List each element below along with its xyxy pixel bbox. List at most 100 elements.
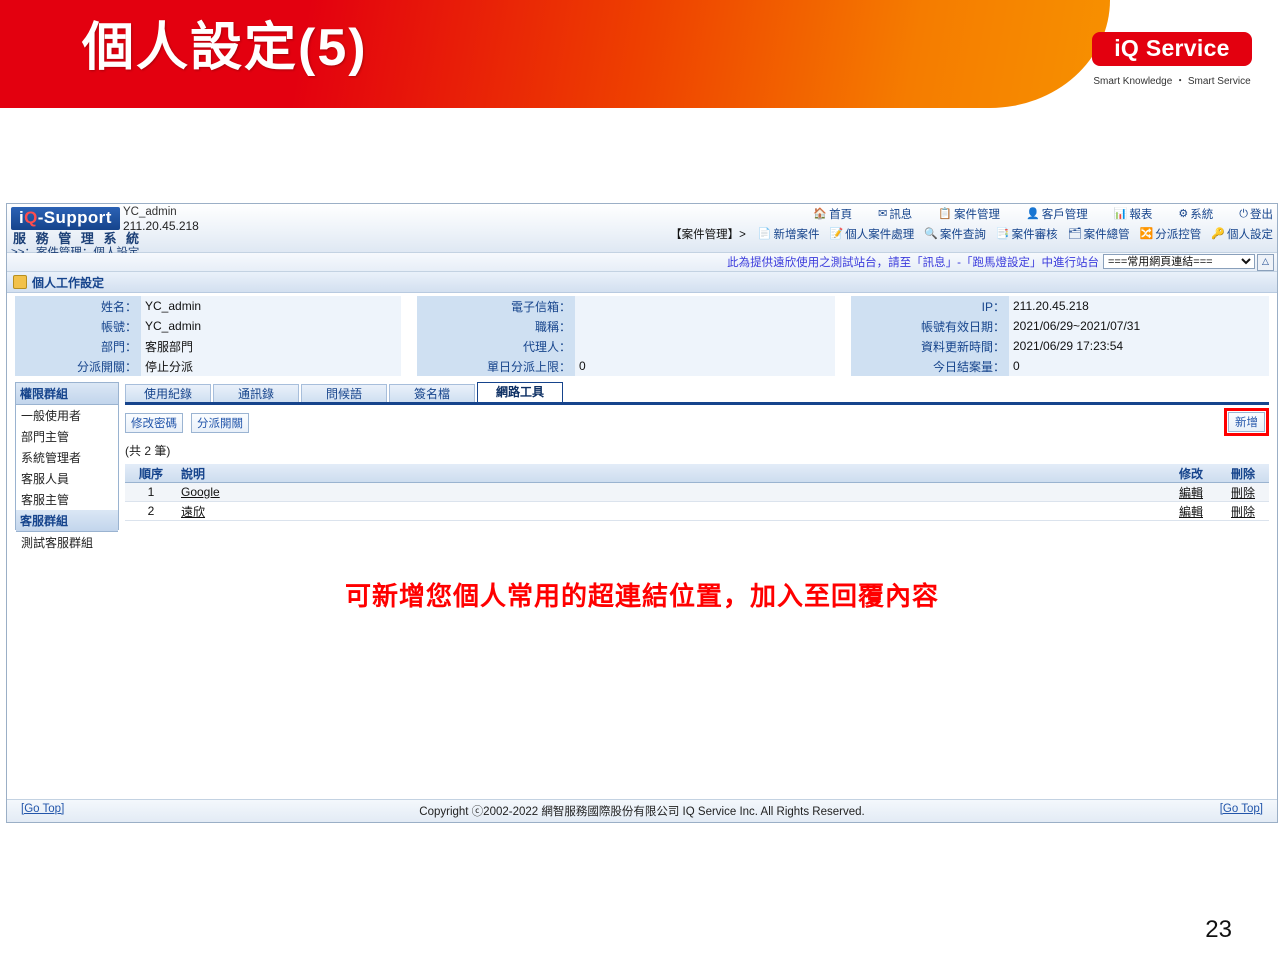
personal-settings-icon: 🔑 — [1211, 227, 1225, 240]
cell-description[interactable]: 遠欣 — [177, 501, 1165, 521]
nav-item-home[interactable]: 🏠 首頁 — [813, 206, 852, 222]
user-info-table: 姓名： YC_admin 電子信箱： IP： 211.20.45.218 帳號：… — [15, 296, 1269, 376]
field-label: 姓名： — [15, 296, 141, 316]
nav-item-logout[interactable]: ⏻ 登出 — [1239, 206, 1273, 222]
tab-signature[interactable]: 簽名檔 — [389, 384, 475, 402]
sidebar-item-department-manager[interactable]: 部門主管 — [16, 426, 118, 447]
link-description[interactable]: Google — [181, 485, 220, 499]
delete-link[interactable]: 刪除 — [1231, 486, 1255, 500]
logo-wordmark: iQ Service — [1092, 32, 1252, 67]
page-title: 個人設定(5) — [82, 19, 368, 77]
field-value-update-time: 2021/06/29 17:23:54 — [1009, 336, 1269, 356]
sidebar-item-system-admin[interactable]: 系統管理者 — [16, 447, 118, 468]
brand-text: iQ-Support — [19, 208, 112, 227]
tab-panel: 使用紀錄 通訊錄 問候語 簽名檔 網路工具 修改密碼 分派開關 (共 2 筆) … — [125, 382, 1269, 530]
cell-delete[interactable]: 刪除 — [1217, 482, 1269, 502]
field-value-dispatch-switch: 停止分派 — [141, 356, 401, 376]
change-password-button[interactable]: 修改密碼 — [125, 413, 183, 433]
app-brand: iQ-Support — [11, 207, 120, 230]
cell-description[interactable]: Google — [177, 482, 1165, 502]
go-top-right[interactable]: [Go Top] — [1220, 803, 1263, 815]
system-icon: ⚙ — [1178, 207, 1189, 220]
table-row: 姓名： YC_admin 電子信箱： IP： 211.20.45.218 — [15, 296, 1269, 316]
nav-item-new-case[interactable]: 📄 新增案件 — [758, 226, 820, 242]
secondary-navigation: 【案件管理】> 📄 新增案件 📝 個人案件處理 🔍 案件查詢 📑 案件審核 🗂 … — [670, 226, 1273, 242]
column-header-edit: 修改 — [1165, 464, 1217, 483]
table-row: 帳號： YC_admin 職稱： 帳號有效日期： 2021/06/29~2021… — [15, 316, 1269, 336]
link-description[interactable]: 遠欣 — [181, 505, 205, 519]
nav-label: 案件審核 — [1011, 229, 1058, 241]
table-header-row: 順序 說明 修改 刪除 — [125, 464, 1269, 483]
nav-item-messages[interactable]: ✉ 訊息 — [878, 206, 912, 222]
logout-icon: ⏻ — [1239, 207, 1248, 220]
content-area: 權限群組 一般使用者 部門主管 系統管理者 客服人員 客服主管 客服群組 測試客… — [7, 382, 1277, 550]
sidebar-item-general-user[interactable]: 一般使用者 — [16, 405, 118, 426]
tab-greetings[interactable]: 問候語 — [301, 384, 387, 402]
sidebar-item-service-staff[interactable]: 客服人員 — [16, 468, 118, 489]
nav-item-case-search[interactable]: 🔍 案件查詢 — [924, 226, 986, 242]
nav-item-dispatch-control[interactable]: 🔀 分派控管 — [1140, 226, 1202, 242]
nav-item-personal-settings[interactable]: 🔑 個人設定 — [1211, 226, 1273, 242]
tab-usage-log[interactable]: 使用紀錄 — [125, 384, 211, 402]
tab-contacts[interactable]: 通訊錄 — [213, 384, 299, 402]
review-case-icon: 📑 — [995, 227, 1010, 240]
nav-label: 新增案件 — [773, 229, 820, 241]
edit-link[interactable]: 編輯 — [1179, 505, 1203, 519]
nav-label: 個人案件處理 — [845, 229, 915, 241]
logo-tagline: Smart Knowledge ・ Smart Service — [1093, 76, 1251, 88]
tab-bar: 使用紀錄 通訊錄 問候語 簽名檔 網路工具 — [125, 382, 1269, 405]
nav-label: 報表 — [1129, 209, 1153, 221]
field-value-ip: 211.20.45.218 — [1009, 296, 1269, 316]
iq-service-logo: iQ Service Smart Knowledge ・ Smart Servi… — [1092, 32, 1252, 87]
action-button-row: 修改密碼 分派開關 — [125, 413, 1269, 433]
settings-icon — [13, 275, 27, 289]
home-icon: 🏠 — [813, 207, 828, 220]
nav-item-case-manager[interactable]: 🗂 案件總管 — [1068, 226, 1130, 242]
cell-edit[interactable]: 編輯 — [1165, 482, 1217, 502]
spacer — [401, 296, 417, 316]
nav-label: 案件管理 — [954, 209, 1001, 221]
mail-icon: ✉ — [878, 207, 888, 220]
spacer — [835, 316, 851, 336]
field-label: 部門： — [15, 336, 141, 356]
nav-label: 系統 — [1190, 209, 1214, 221]
table-row: 部門： 客服部門 代理人： 資料更新時間： 2021/06/29 17:23:5… — [15, 336, 1269, 356]
cell-delete[interactable]: 刪除 — [1217, 501, 1269, 521]
nav-item-customer-management[interactable]: 👤 客戶管理 — [1026, 206, 1088, 222]
common-links-select[interactable]: ===常用網頁連結=== — [1103, 254, 1255, 269]
nav-item-personal-case[interactable]: 📝 個人案件處理 — [830, 226, 915, 242]
report-icon: 📊 — [1113, 207, 1128, 220]
column-header-delete: 刪除 — [1217, 464, 1269, 483]
nav-item-system[interactable]: ⚙ 系統 — [1178, 206, 1213, 222]
sidebar-heading-permission-groups: 權限群組 — [16, 383, 118, 405]
nav-item-reports[interactable]: 📊 報表 — [1114, 206, 1153, 222]
app-header: iQ-Support 服 務 管 理 系 統 YC_admin 211.20.4… — [7, 204, 1277, 259]
add-button-highlight: 新增 — [1224, 408, 1269, 436]
copyright-text: Copyright ⓒ2002-2022 網智服務國際股份有限公司 IQ Ser… — [419, 806, 865, 818]
expand-icon[interactable]: △ — [1257, 254, 1274, 271]
go-top-link[interactable]: [Go Top] — [1220, 803, 1263, 815]
notice-text: 此為提供遠欣使用之測試站台，請至「訊息」-「跑馬燈設定」中進行站台 — [727, 257, 1099, 269]
nav-item-case-management[interactable]: 📋 案件管理 — [938, 206, 1000, 222]
delete-link[interactable]: 刪除 — [1231, 505, 1255, 519]
spacer — [401, 336, 417, 356]
field-label: 電子信箱： — [417, 296, 575, 316]
field-label: IP： — [851, 296, 1009, 316]
group-sidebar: 權限群組 一般使用者 部門主管 系統管理者 客服人員 客服主管 客服群組 測試客… — [15, 382, 119, 550]
dispatch-switch-button[interactable]: 分派開關 — [191, 413, 249, 433]
manage-case-icon: 🗂 — [1067, 227, 1082, 240]
spacer — [835, 336, 851, 356]
cell-sequence: 1 — [125, 482, 177, 502]
sidebar-item-test-service-group[interactable]: 測試客服群組 — [16, 532, 118, 553]
spacer — [401, 316, 417, 336]
nav-item-case-review[interactable]: 📑 案件審核 — [996, 226, 1058, 242]
annotation-text: 可新增您個人常用的超連結位置，加入至回覆內容 — [344, 582, 939, 612]
nav-label: 個人設定 — [1227, 229, 1273, 241]
cell-edit[interactable]: 編輯 — [1165, 501, 1217, 521]
add-button[interactable]: 新增 — [1228, 412, 1265, 432]
field-value-name: YC_admin — [141, 296, 401, 316]
tab-web-tools[interactable]: 網路工具 — [477, 382, 563, 402]
edit-link[interactable]: 編輯 — [1179, 486, 1203, 500]
sidebar-item-service-manager[interactable]: 客服主管 — [16, 489, 118, 510]
nav-label: 客戶管理 — [1041, 209, 1088, 221]
